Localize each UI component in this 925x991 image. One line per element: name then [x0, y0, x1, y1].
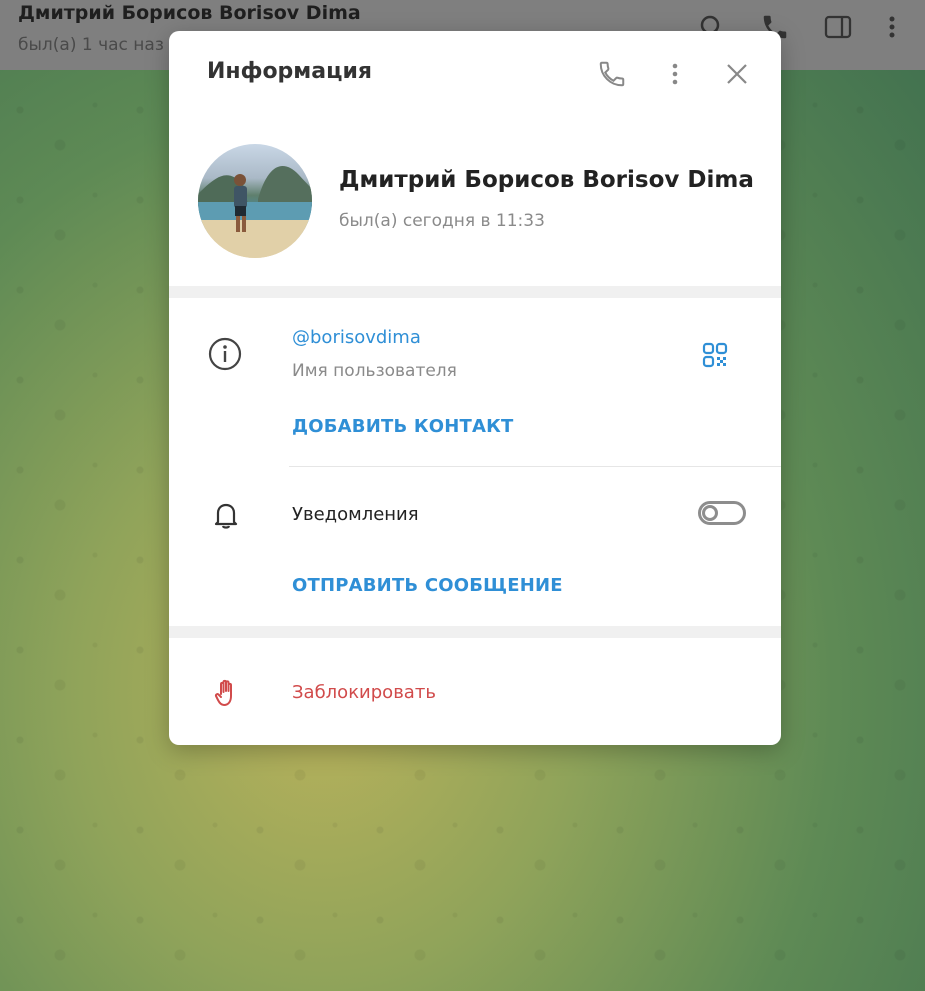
profile-name: Дмитрий Борисов Borisov Dima — [339, 167, 754, 193]
send-message-button[interactable]: ОТПРАВИТЬ СООБЩЕНИЕ — [292, 575, 563, 596]
chat-title[interactable]: Дмитрий Борисов Borisov Dima — [18, 2, 361, 24]
sidebar-toggle-icon[interactable] — [823, 12, 853, 42]
close-icon[interactable] — [720, 57, 754, 91]
notifications-toggle[interactable] — [698, 501, 746, 525]
user-info-dialog: Информация Дмитрий Борисов Borisov Dima … — [169, 31, 781, 745]
bell-icon — [206, 495, 246, 535]
dialog-title: Информация — [207, 59, 372, 84]
section-separator — [169, 286, 781, 298]
add-contact-button[interactable]: ДОБАВИТЬ КОНТАКТ — [292, 416, 514, 437]
phone-icon[interactable] — [595, 57, 629, 91]
section-separator — [169, 626, 781, 638]
divider — [289, 466, 781, 467]
more-vertical-icon[interactable] — [877, 12, 907, 42]
more-vertical-icon[interactable] — [658, 57, 692, 91]
avatar[interactable] — [198, 144, 312, 258]
hand-stop-icon — [207, 673, 247, 713]
qr-code-icon[interactable] — [695, 335, 735, 375]
notifications-label: Уведомления — [292, 504, 419, 525]
toggle-knob — [702, 505, 718, 521]
block-user-button[interactable]: Заблокировать — [292, 682, 436, 703]
info-icon — [205, 334, 245, 374]
profile-status: был(а) сегодня в 11:33 — [339, 211, 545, 231]
username-link[interactable]: @borisovdima — [292, 327, 421, 348]
chat-status: был(а) 1 час наз — [18, 35, 164, 55]
username-label: Имя пользователя — [292, 361, 457, 381]
